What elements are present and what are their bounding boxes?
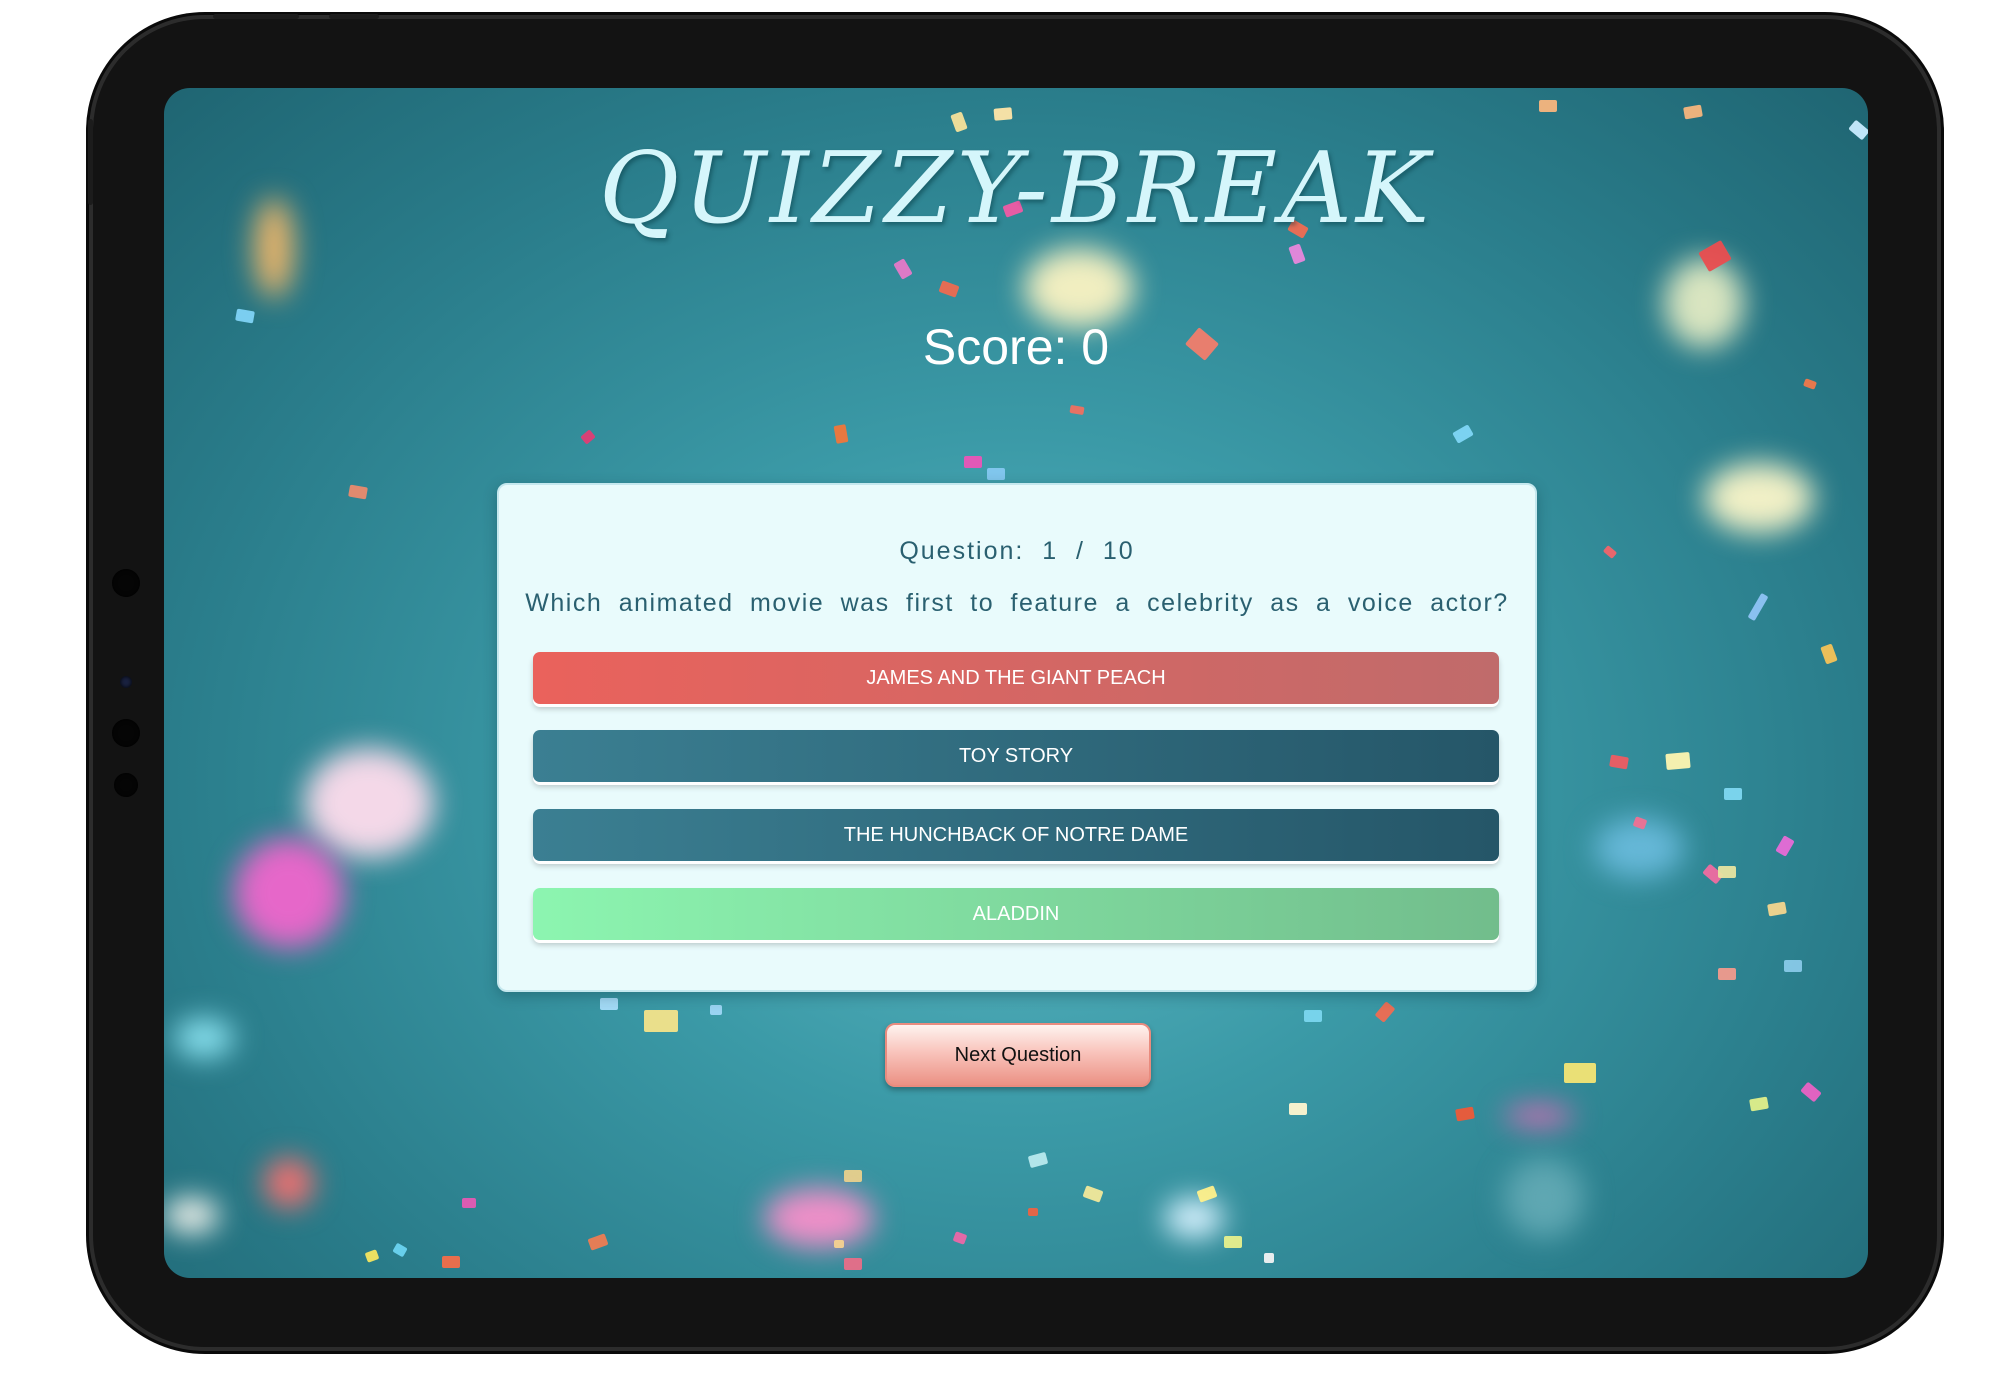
answer-label: THE HUNCHBACK OF NOTRE DAME — [843, 823, 1189, 846]
confetti-piece — [1718, 866, 1736, 878]
confetti-piece — [1289, 1103, 1307, 1115]
next-question-button[interactable]: Next Question — [885, 1023, 1151, 1087]
bokeh-light — [1704, 463, 1814, 533]
answer-option[interactable]: THE HUNCHBACK OF NOTRE DAME — [533, 809, 1499, 861]
confetti-piece — [1747, 592, 1769, 622]
confetti-piece — [462, 1198, 476, 1208]
confetti-piece — [1749, 1096, 1769, 1112]
confetti-piece — [1304, 1010, 1322, 1022]
bokeh-light — [1504, 1158, 1584, 1238]
bokeh-light — [304, 748, 434, 858]
question-card: Question: 1 / 10 Which animated movie wa… — [497, 483, 1537, 992]
answer-label: TOY STORY — [958, 744, 1074, 767]
confetti-piece — [834, 1240, 844, 1248]
answer-label: JAMES AND THE GIANT PEACH — [866, 666, 1166, 689]
confetti-piece — [364, 1249, 380, 1263]
bokeh-light — [1024, 248, 1134, 328]
confetti-piece — [1724, 788, 1742, 800]
confetti-piece — [348, 484, 368, 500]
bokeh-light — [1164, 1198, 1224, 1238]
confetti-piece — [1609, 754, 1629, 770]
sensor-dot — [112, 569, 140, 597]
confetti-piece — [1455, 1106, 1475, 1122]
confetti-piece — [833, 424, 849, 444]
confetti-piece — [938, 280, 960, 298]
sensor-dot — [112, 719, 140, 747]
confetti-piece — [1802, 378, 1818, 390]
top-button — [329, 14, 379, 19]
confetti-piece — [1069, 404, 1085, 416]
confetti-piece — [1224, 1236, 1242, 1248]
bokeh-light — [1504, 1106, 1574, 1126]
bokeh-light — [164, 1198, 219, 1233]
score-display: Score: 0 — [922, 319, 1110, 375]
answer-label: ALADDIN — [972, 902, 1060, 925]
answer-option[interactable]: TOY STORY — [533, 730, 1499, 782]
confetti-piece — [600, 998, 618, 1010]
question-counter: Question: 1 / 10 — [899, 537, 1135, 565]
confetti-piece — [644, 1010, 678, 1032]
confetti-piece — [1028, 1208, 1038, 1216]
confetti-piece — [1767, 901, 1787, 917]
confetti-piece — [587, 1233, 609, 1251]
confetti-piece — [1288, 243, 1306, 265]
question-text: Which animated movie was first to featur… — [525, 589, 1509, 617]
confetti-piece — [1196, 1185, 1218, 1203]
bokeh-light — [234, 838, 344, 948]
power-button — [213, 14, 299, 19]
confetti-piece — [993, 107, 1013, 121]
confetti-piece — [392, 1242, 408, 1258]
confetti-piece — [1539, 100, 1557, 112]
confetti-piece — [893, 258, 913, 280]
confetti-piece — [1665, 751, 1691, 771]
camera-icon — [120, 676, 132, 688]
next-question-label: Next Question — [954, 1043, 1082, 1066]
confetti-piece — [1374, 1001, 1396, 1023]
confetti-piece — [1027, 1151, 1049, 1169]
quiz-screen: QUIZZY-BREAK Score: 0 Question: 1 / 10 W… — [164, 88, 1868, 1278]
sensor-dot — [114, 773, 138, 797]
confetti-piece — [950, 111, 968, 133]
confetti-piece — [844, 1258, 862, 1270]
confetti-piece — [844, 1170, 862, 1182]
answer-option-incorrect[interactable]: JAMES AND THE GIANT PEACH — [533, 652, 1499, 704]
confetti-piece — [1718, 968, 1736, 980]
confetti-piece — [1775, 835, 1795, 857]
volume-button — [88, 119, 93, 205]
confetti-piece — [952, 1231, 968, 1245]
confetti-piece — [442, 1256, 460, 1268]
bokeh-light — [174, 1018, 234, 1058]
confetti-piece — [710, 1005, 722, 1015]
bokeh-light — [764, 1188, 874, 1248]
app-title: QUIZZY-BREAK — [598, 132, 1434, 246]
answer-option-correct[interactable]: ALADDIN — [533, 888, 1499, 940]
bokeh-light — [264, 1158, 314, 1208]
confetti-piece — [1820, 643, 1838, 665]
confetti-piece — [1784, 960, 1802, 972]
confetti-piece — [1602, 545, 1618, 559]
confetti-piece — [964, 456, 982, 468]
confetti-piece — [1082, 1185, 1104, 1203]
confetti-piece — [987, 468, 1005, 480]
confetti-piece — [1264, 1253, 1274, 1263]
confetti-piece — [1452, 424, 1474, 444]
confetti-piece — [1564, 1063, 1596, 1083]
confetti-piece — [1683, 104, 1703, 120]
confetti-piece — [580, 429, 596, 445]
confetti-piece — [1800, 1081, 1822, 1103]
